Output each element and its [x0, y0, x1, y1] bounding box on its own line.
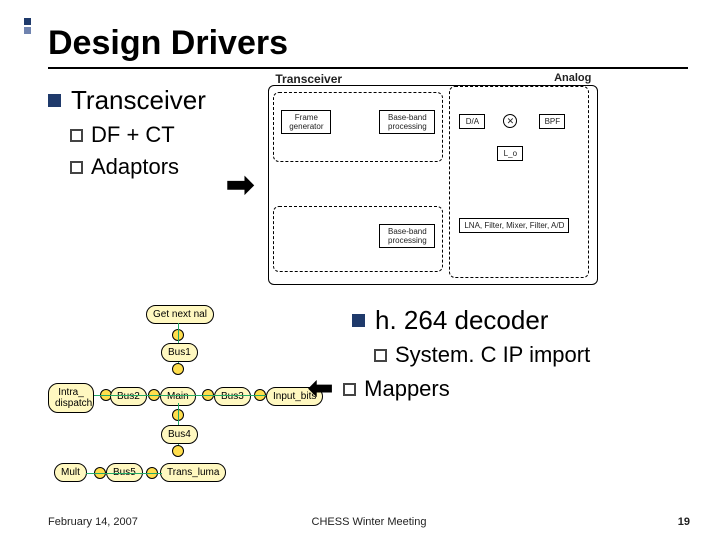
bullet-decoder: h. 264 decoder: [352, 305, 590, 336]
title-rule: [48, 67, 688, 69]
bullet-square-icon: [352, 314, 365, 327]
hollow-square-icon: [374, 349, 387, 362]
decoder-diagram: Get next nal Bus1 Intra_ dispatch Bus2 M…: [48, 305, 338, 485]
bus3-node: Bus3: [214, 387, 251, 406]
sub-bullet-df-ct: DF + CT: [70, 122, 206, 148]
baseband-tx-box: Base-band processing: [379, 110, 435, 134]
footer-center: CHESS Winter Meeting: [312, 516, 427, 528]
arrow-left-icon: ➡: [308, 374, 333, 404]
trans-luma-node: Trans_luma: [160, 463, 226, 482]
slide-accent: [24, 18, 31, 34]
rx-chain-box: LNA, Filter, Mixer, Filter, A/D: [459, 218, 569, 233]
hollow-square-icon: [70, 161, 83, 174]
hollow-square-icon: [70, 129, 83, 142]
bpf-box: BPF: [539, 114, 565, 129]
bus4-node: Bus4: [161, 425, 198, 444]
intra-node: Intra_ dispatch: [48, 383, 94, 413]
mult-node: Mult: [54, 463, 87, 482]
sub-bullet-mappers: Mappers: [343, 376, 450, 402]
lo-box: L_o: [497, 146, 523, 161]
sub-bullet-systemc: System. C IP import: [374, 342, 590, 368]
frame-generator-box: Frame generator: [281, 110, 331, 134]
hollow-square-icon: [343, 383, 356, 396]
slide-title: Design Drivers: [48, 24, 684, 63]
footer-date: February 14, 2007: [48, 516, 138, 528]
da-box: D/A: [459, 114, 485, 129]
bullet-transceiver: Transceiver: [48, 85, 206, 116]
transceiver-diagram-label: Transceiver: [275, 72, 342, 86]
analog-label: Analog: [554, 72, 591, 84]
sub-bullet-adaptors: Adaptors: [70, 154, 206, 180]
footer-page: 19: [678, 516, 690, 528]
baseband-rx-box: Base-band processing: [379, 224, 435, 248]
arrow-right-icon: ➡: [226, 168, 255, 202]
slide-footer: February 14, 2007 CHESS Winter Meeting 1…: [48, 516, 690, 528]
bus2-node: Bus2: [110, 387, 147, 406]
get-next-node: Get next nal: [146, 305, 214, 324]
bus1-node: Bus1: [161, 343, 198, 362]
transceiver-diagram: Transceiver Analog Frame generator Base-…: [268, 85, 598, 285]
bullet-square-icon: [48, 94, 61, 107]
